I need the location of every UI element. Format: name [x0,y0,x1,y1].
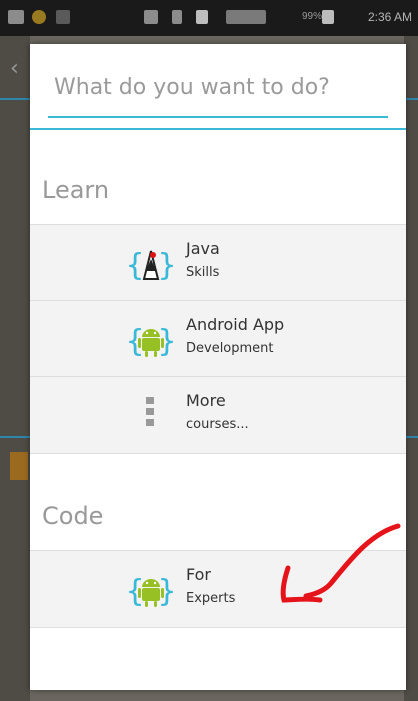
search-input[interactable] [52,68,376,106]
sun-icon [32,10,46,24]
section-title-learn: Learn [42,176,110,204]
battery-icon [322,10,334,24]
list-item-java[interactable]: { } Java Skills [30,224,406,302]
more-dots-icon [146,397,156,433]
battery-percent: 99% [301,11,322,22]
svg-text:{: { [126,574,144,609]
search-divider [30,128,406,130]
background-divider [0,98,30,100]
item-title: More [186,391,226,410]
android-icon: { } [126,321,176,361]
section-title-code: Code [42,502,104,530]
svg-text:{: { [126,248,144,283]
background-tab [10,452,28,480]
status-bar: 99% 2:36 AM [0,0,418,36]
svg-text:}: } [158,248,176,283]
svg-text:{: { [126,324,144,359]
item-subtitle: Skills [186,265,220,280]
list-item-more-courses[interactable]: More courses... [30,376,406,454]
red-arrow-annotation [280,523,401,603]
svg-text:}: } [158,324,176,359]
search-box [48,54,388,118]
svg-text:}: } [158,574,176,609]
clock: 2:36 AM [367,10,412,24]
background-divider [404,436,418,438]
item-title: For [186,565,211,584]
item-title: Java [186,239,220,258]
item-subtitle: Development [186,341,274,356]
list-item-android-app[interactable]: { } Android App Development [30,300,406,378]
back-chevron-icon: ‹ [10,56,19,81]
check-icon [56,10,70,24]
notification-icon [8,10,24,24]
background-left-edge [0,36,30,701]
calendar-icon [144,10,158,24]
cell-signal-icon [226,10,266,24]
document-icon [196,10,208,24]
background-divider [0,436,30,438]
item-subtitle: Experts [186,591,236,606]
android-icon: { } [126,571,176,611]
background-divider [404,98,418,100]
item-title: Android App [186,315,285,334]
item-subtitle: courses... [186,417,249,432]
signal-icon [172,10,182,24]
java-duke-icon: { } [126,245,176,285]
